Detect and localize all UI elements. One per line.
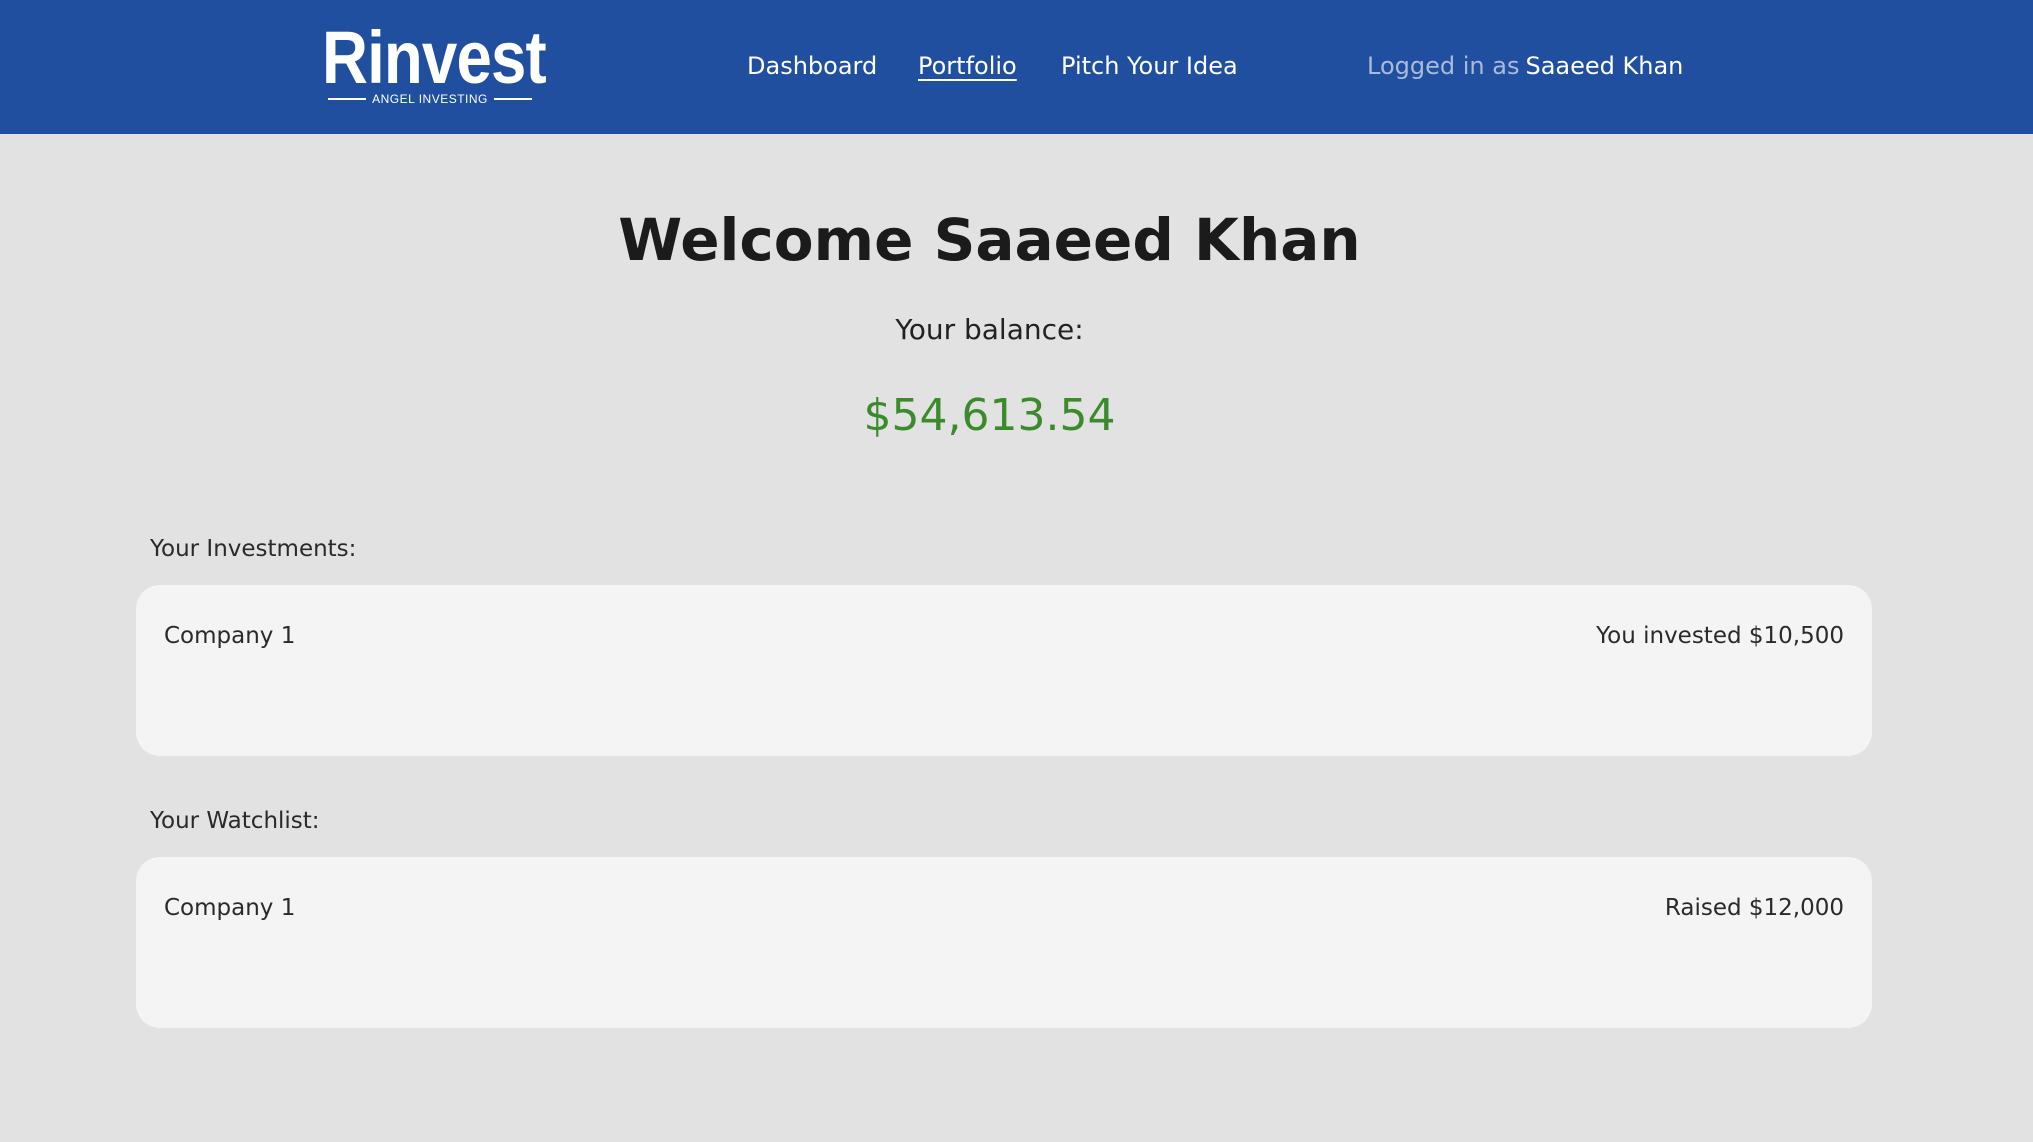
watchlist-company-name: Company 1 (164, 895, 296, 921)
logo-tagline: ANGEL INVESTING (372, 92, 488, 106)
investment-company-name: Company 1 (164, 623, 296, 649)
logo-tagline-row: ANGEL INVESTING (322, 92, 538, 106)
investment-amount: You invested $10,500 (1596, 623, 1844, 649)
logged-in-username[interactable]: Saaeed Khan (1525, 52, 1683, 80)
top-navbar: Rinvest ANGEL INVESTING Dashboard Portfo… (0, 0, 2033, 134)
investments-section-label: Your Investments: (150, 536, 357, 562)
investment-card[interactable]: Company 1 You invested $10,500 (136, 585, 1872, 756)
nav-portfolio-link[interactable]: Portfolio (918, 48, 1017, 84)
rinvest-logo[interactable]: Rinvest ANGEL INVESTING (322, 18, 547, 110)
logo-rule-left (328, 98, 367, 100)
nav-pitch-your-idea-link[interactable]: Pitch Your Idea (1061, 48, 1238, 84)
nav-dashboard-link[interactable]: Dashboard (747, 48, 877, 84)
watchlist-section-label: Your Watchlist: (150, 808, 320, 834)
watchlist-raised-amount: Raised $12,000 (1664, 895, 1844, 921)
login-status: Logged in as Saaeed Khan (1367, 48, 1683, 84)
watchlist-card[interactable]: Company 1 Raised $12,000 (136, 857, 1872, 1028)
logo-rule-right (493, 98, 532, 100)
welcome-heading: Welcome Saaeed Khan (618, 206, 1361, 274)
balance-value: $54,613.54 (863, 390, 1116, 441)
login-prefix: Logged in as (1367, 52, 1520, 80)
balance-label: Your balance: (895, 313, 1084, 346)
logo-wordmark: Rinvest (322, 16, 547, 99)
